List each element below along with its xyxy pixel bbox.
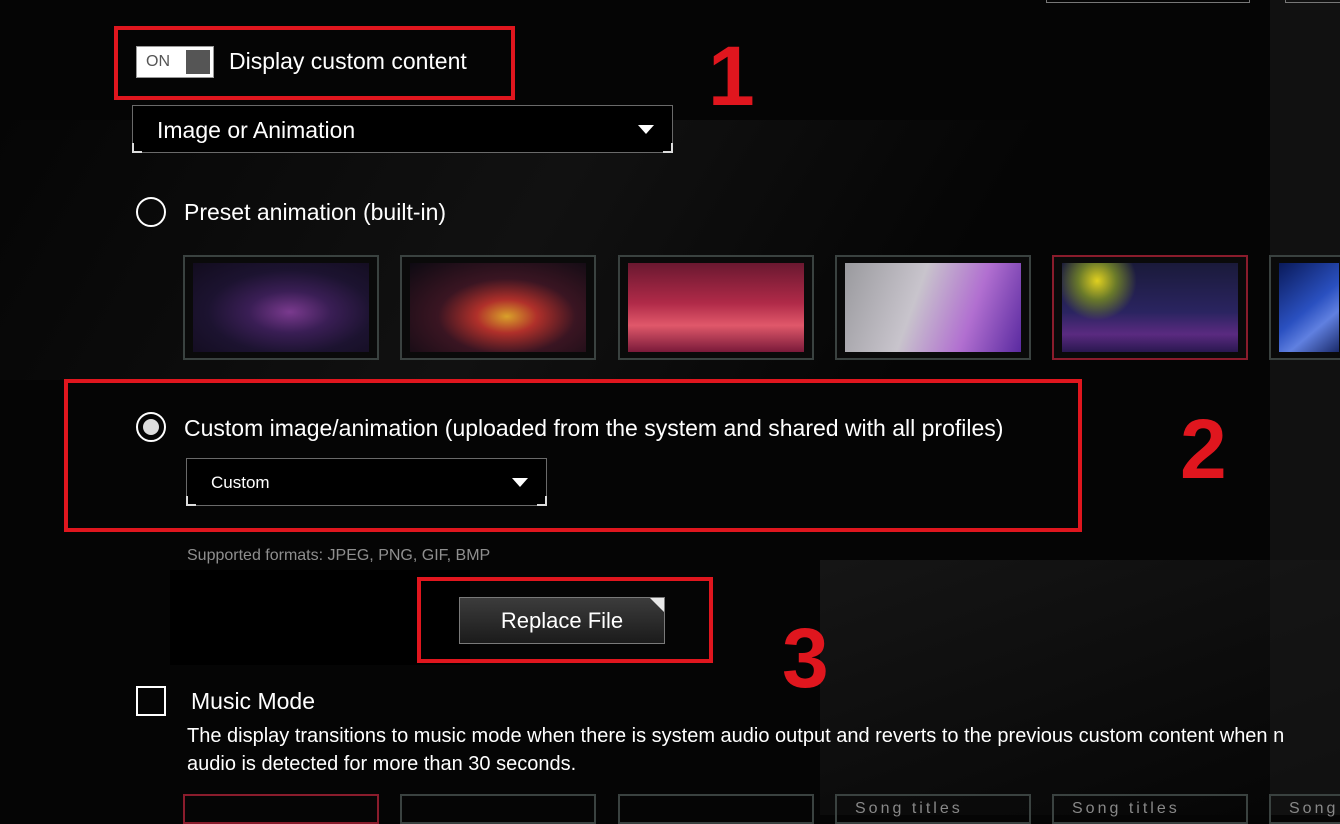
top-field-partial[interactable] bbox=[1046, 0, 1250, 3]
rog-city-image bbox=[628, 263, 804, 352]
preset-animation-label: Preset animation (built-in) bbox=[184, 199, 447, 225]
music-thumbnail[interactable] bbox=[618, 794, 814, 824]
preset-animation-radio[interactable] bbox=[136, 197, 166, 227]
annotation-box-3 bbox=[417, 577, 713, 663]
music-thumbnail[interactable] bbox=[400, 794, 596, 824]
preset-thumbnail-rog-eye-purple[interactable] bbox=[183, 255, 379, 360]
music-thumbnail-song-titles[interactable]: Song titles bbox=[835, 794, 1031, 824]
top-field-partial[interactable] bbox=[1285, 0, 1340, 3]
chevron-down-icon bbox=[638, 125, 654, 134]
preset-thumbnail-fireworks-city[interactable] bbox=[1052, 255, 1248, 360]
preset-thumbnail-rog-particles[interactable] bbox=[400, 255, 596, 360]
content-type-select[interactable]: Image or Animation bbox=[132, 105, 673, 153]
fireworks-city-image bbox=[1062, 263, 1238, 352]
music-mode-label: Music Mode bbox=[191, 688, 315, 714]
blue-logo-image bbox=[1279, 263, 1339, 352]
rog-eye-image bbox=[193, 263, 369, 352]
purple-wave-image bbox=[845, 263, 1021, 352]
preset-thumbnail-purple-wave[interactable] bbox=[835, 255, 1031, 360]
music-mode-checkbox[interactable] bbox=[136, 686, 166, 716]
preset-thumbnail-blue-logo[interactable] bbox=[1269, 255, 1340, 360]
background-strip bbox=[1270, 0, 1340, 815]
annotation-number-1: 1 bbox=[708, 29, 755, 123]
music-thumbnail-song-titles[interactable]: Song titles bbox=[1052, 794, 1248, 824]
music-thumbnail[interactable] bbox=[183, 794, 379, 824]
rog-particles-image bbox=[410, 263, 586, 352]
preset-thumbnail-rog-city[interactable] bbox=[618, 255, 814, 360]
annotation-box-1 bbox=[114, 26, 515, 100]
music-thumbnail-song[interactable]: Song bbox=[1269, 794, 1340, 824]
annotation-number-3: 3 bbox=[782, 611, 829, 705]
supported-formats-text: Supported formats: JPEG, PNG, GIF, BMP bbox=[187, 547, 491, 564]
content-type-value: Image or Animation bbox=[157, 117, 356, 143]
music-mode-description: The display transitions to music mode wh… bbox=[187, 725, 1285, 775]
annotation-number-2: 2 bbox=[1180, 402, 1227, 496]
annotation-box-2 bbox=[64, 379, 1082, 532]
